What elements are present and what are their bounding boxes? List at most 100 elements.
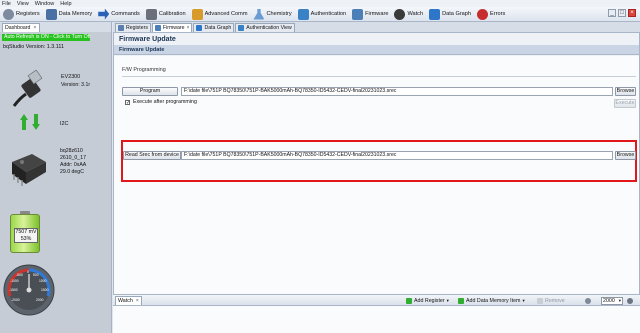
gauge-tick-0: 0: [27, 270, 29, 274]
minimize-button[interactable]: _: [608, 9, 616, 17]
tab-firmware[interactable]: Firmware ×: [151, 23, 193, 32]
toolbar-registers-button[interactable]: Registers: [2, 8, 41, 20]
execute-button[interactable]: Execute: [614, 99, 636, 108]
refresh-button[interactable]: [585, 297, 593, 305]
add-data-memory-button[interactable]: Add Data Memory Item ▾: [458, 297, 525, 305]
battery-percent: 53%: [20, 235, 32, 242]
auto-refresh-toggle[interactable]: Auto Refresh is ON - Click to Turn Off: [2, 34, 90, 41]
toolbar-data-memory-label: Data Memory: [58, 11, 93, 17]
chip-icon: [45, 8, 57, 20]
menu-view[interactable]: View: [17, 1, 29, 7]
add-data-memory-label: Add Data Memory Item: [466, 298, 521, 304]
close-icon[interactable]: ×: [33, 25, 36, 31]
menu-file[interactable]: File: [2, 1, 11, 7]
toolbar-authentication-label: Authentication: [310, 11, 347, 17]
tab-data-graph-label: Data Graph: [204, 25, 232, 31]
read-srec-file-path[interactable]: F:\date file\751P BQ78350\751P-BAK5000mA…: [181, 151, 613, 160]
calibration-icon: [145, 8, 157, 20]
chevron-down-icon[interactable]: ▾: [522, 298, 524, 304]
toolbar-advanced-comm-button[interactable]: Advanced Comm: [191, 8, 249, 20]
remove-button[interactable]: Remove: [537, 297, 565, 305]
add-register-label: Add Register: [414, 298, 445, 304]
gauge-tick-2000: 2000: [36, 298, 44, 302]
toolbar-chemistry-label: Chemistry: [266, 11, 292, 17]
arrow-icon: [98, 8, 110, 20]
window-controls: _ □ ×: [606, 9, 636, 17]
chip-temperature: 29.0 degC: [60, 169, 84, 175]
usb-plug-icon: [12, 70, 43, 107]
toolbar-chemistry-button[interactable]: Chemistry: [252, 8, 292, 20]
chevron-down-icon: ▾: [618, 298, 621, 303]
bqstudio-window: File View Window Help Registers Data Mem…: [0, 0, 640, 333]
tab-dashboard-label: Dashboard: [5, 25, 31, 31]
toolbar-watch-button[interactable]: Watch: [393, 8, 424, 20]
gauge-tick-1000: 1000: [39, 279, 47, 283]
registers-icon: [118, 25, 124, 31]
firmware-panel: Firmware Update Firmware Update F/W Prog…: [113, 32, 640, 314]
key-icon: [238, 25, 245, 31]
menu-window[interactable]: Window: [35, 1, 55, 7]
glasses-icon: [394, 8, 406, 20]
menu-help[interactable]: Help: [60, 1, 71, 7]
main-tabbar: Registers Firmware × Data Graph Authentic…: [113, 22, 640, 32]
main-area: Registers Firmware × Data Graph Authentic…: [113, 22, 640, 333]
remove-icon: [537, 298, 543, 304]
watch-settings-button[interactable]: [627, 297, 635, 305]
gauge-tick-neg-1500: -1500: [9, 288, 18, 292]
toolbar-errors-button[interactable]: Errors: [476, 8, 506, 20]
toolbar-calibration-label: Calibration: [158, 11, 186, 17]
bqstudio-version: bqStudio Version: 1.3.111: [3, 44, 64, 50]
add-register-button[interactable]: Add Register ▾: [406, 297, 449, 305]
tab-authentication-view[interactable]: Authentication View: [235, 23, 295, 32]
battery-icon: 7507 mV 53%: [10, 211, 40, 253]
tab-firmware-label: Firmware: [162, 25, 185, 31]
toolbar-commands-label: Commands: [111, 11, 140, 17]
close-icon[interactable]: ×: [187, 25, 190, 31]
page-title: Firmware Update: [119, 36, 176, 43]
highlight-box: [121, 140, 637, 182]
toolbar-calibration-button[interactable]: Calibration: [145, 8, 187, 20]
gauge-tick-neg-500: -500: [16, 273, 23, 277]
tab-data-graph[interactable]: Data Graph: [193, 23, 235, 32]
toolbar-advanced-comm-label: Advanced Comm: [204, 11, 248, 17]
updown-arrows-icon: [20, 114, 40, 130]
refresh-interval-value: 2000: [603, 298, 615, 304]
chevron-down-icon[interactable]: ▾: [447, 298, 449, 304]
execute-after-checkbox[interactable]: ✓: [125, 100, 130, 106]
browse-program-button[interactable]: Browse: [615, 87, 636, 96]
firmware-icon: [352, 8, 364, 20]
comm-icon: [191, 8, 203, 20]
refresh-interval-select[interactable]: 2000 ▾: [601, 297, 623, 305]
chip-icon: [12, 154, 46, 186]
tab-registers[interactable]: Registers: [115, 23, 151, 32]
toolbar-firmware-button[interactable]: Firmware: [351, 8, 389, 20]
gear-icon: [627, 298, 633, 304]
close-icon[interactable]: ×: [136, 298, 139, 304]
browse-read-button[interactable]: Browse: [615, 151, 636, 160]
graph-icon: [429, 8, 441, 20]
toolbar-data-memory-button[interactable]: Data Memory: [45, 8, 94, 20]
menu-bar: File View Window Help: [0, 0, 640, 7]
firmware-icon: [154, 25, 161, 31]
toolbar-authentication-button[interactable]: Authentication: [297, 8, 347, 20]
ev-adapter-name: EV2300: [61, 74, 81, 80]
plus-icon: [406, 298, 412, 304]
read-srec-button[interactable]: Read Srec from device: [123, 151, 181, 160]
battery-voltage: 7507 mV: [15, 229, 37, 235]
tab-dashboard[interactable]: Dashboard ×: [2, 23, 40, 32]
gauge-tick-neg-2000: -2000: [11, 298, 20, 302]
tab-watch[interactable]: Watch ×: [115, 296, 142, 305]
program-button[interactable]: Program: [122, 87, 178, 96]
watch-toolbar: Watch × Add Register ▾ Add Data Memory It…: [113, 295, 640, 306]
battery-body: 7507 mV 53%: [10, 214, 40, 253]
toolbar-commands-button[interactable]: Commands: [97, 8, 141, 20]
maximize-button[interactable]: □: [618, 9, 626, 17]
gauge-tick-neg-1000: -1000: [10, 279, 19, 283]
toolbar-data-graph-button[interactable]: Data Graph: [428, 8, 472, 20]
program-file-path[interactable]: F:\date file\751P BQ78350\751P-BAK5000mA…: [181, 87, 613, 96]
graph-icon: [196, 25, 203, 31]
toolbar-registers-label: Registers: [16, 11, 40, 17]
toolbar-firmware-label: Firmware: [365, 11, 389, 17]
close-button[interactable]: ×: [628, 9, 636, 17]
error-icon: [477, 8, 489, 20]
